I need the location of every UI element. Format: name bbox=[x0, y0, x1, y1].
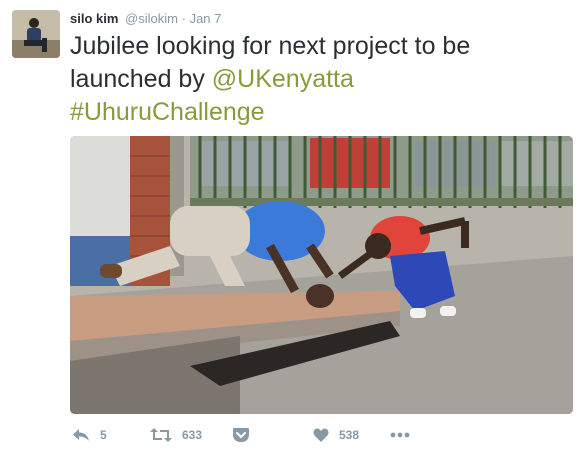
tweet-header: silo kim @silokim · Jan 7 bbox=[70, 11, 221, 27]
pocket-icon bbox=[233, 428, 249, 442]
mention-link[interactable]: @UKenyatta bbox=[212, 65, 354, 93]
retweet-button[interactable]: 633 bbox=[150, 424, 202, 446]
tweet-text: Jubilee looking for next project to be l… bbox=[70, 30, 570, 129]
photo-image bbox=[70, 136, 573, 414]
retweet-count: 633 bbox=[182, 428, 203, 442]
more-button[interactable] bbox=[390, 424, 410, 446]
reply-button[interactable]: 5 bbox=[72, 424, 107, 446]
avatar[interactable] bbox=[12, 10, 60, 58]
tweet-photo[interactable] bbox=[70, 136, 573, 414]
author-handle[interactable]: @silokim bbox=[125, 11, 178, 26]
more-icon bbox=[390, 432, 410, 438]
hashtag-link[interactable]: #UhuruChallenge bbox=[70, 98, 265, 126]
header-separator: · bbox=[181, 11, 186, 26]
heart-icon bbox=[313, 427, 329, 442]
author-name[interactable]: silo kim bbox=[70, 11, 118, 26]
reply-icon bbox=[73, 429, 89, 441]
pocket-button[interactable] bbox=[232, 424, 250, 446]
tweet-date[interactable]: Jan 7 bbox=[190, 11, 222, 26]
tweet-actions: 5 633 538 bbox=[70, 424, 570, 446]
like-button[interactable]: 538 bbox=[313, 424, 359, 446]
avatar-image bbox=[12, 10, 60, 58]
retweet-icon bbox=[150, 428, 172, 442]
reply-count: 5 bbox=[100, 428, 107, 442]
like-count: 538 bbox=[339, 428, 360, 442]
